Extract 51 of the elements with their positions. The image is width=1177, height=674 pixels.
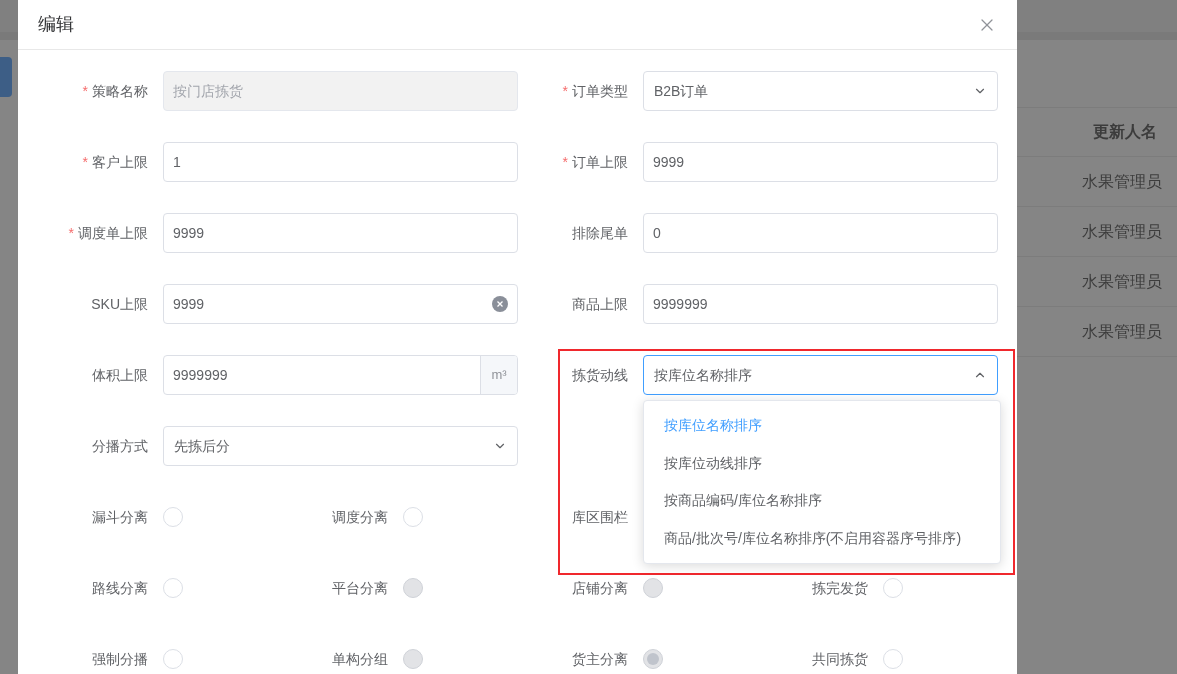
dialog-title: 编辑 [38,13,74,36]
radio-button[interactable] [163,507,183,527]
field-label: SKU上限 [91,294,148,314]
select-field[interactable]: B2B订单 [643,71,998,111]
switch-label: 拣完发货 [812,580,868,596]
radio-button[interactable] [883,649,903,669]
radio-button[interactable] [403,507,423,527]
table-cell-text: 水果管理员 [1082,171,1162,192]
dropdown-option[interactable]: 按库位动线排序 [644,444,1000,482]
switch-label: 漏斗分离 [92,509,148,525]
clear-icon[interactable] [492,296,508,312]
text-field[interactable]: 9999999 [164,364,480,386]
unit-addon: m³ [480,356,517,394]
text-field[interactable]: 9999 [643,142,998,182]
field-label: * 策略名称 [82,81,148,101]
text-field[interactable]: 0 [643,213,998,253]
field-label: * 客户上限 [82,152,148,172]
button[interactable] [0,57,12,97]
dropdown-option[interactable]: 商品/批次号/库位名称排序(不启用容器序号排序) [644,519,1000,557]
header-bar [0,0,18,32]
select-field[interactable]: 先拣后分 [163,426,518,466]
dropdown-option[interactable]: 按商品编码/库位名称排序 [644,482,1000,520]
switch-label: 路线分离 [92,580,148,596]
text-field[interactable]: 9999 [163,213,518,253]
switch-label: 货主分离 [572,651,628,667]
field-label: 排除尾单 [572,223,628,243]
switch-label: 单构分组 [332,651,388,667]
switch-label: 强制分播 [92,651,148,667]
radio-button[interactable] [163,578,183,598]
text-field[interactable]: 1 [163,142,518,182]
field-label: 拣货动线 [572,365,628,385]
radio-button[interactable] [163,649,183,669]
radio-button[interactable] [883,578,903,598]
field-label: 商品上限 [572,294,628,314]
switch-label: 共同拣货 [812,651,868,667]
switch-label: 调度分离 [332,509,388,525]
text-field[interactable]: 9999 [163,284,518,324]
select-field[interactable]: 按库位名称排序 [643,355,998,395]
switch-label: 平台分离 [332,580,388,596]
column-header: 更新人名 [1093,122,1157,142]
field-label: * 订单上限 [562,152,628,172]
text-field[interactable]: 9999999 [643,284,998,324]
field-label: * 订单类型 [562,81,628,101]
field-label: 分播方式 [92,436,148,456]
field-label: * 调度单上限 [68,223,148,243]
field-label: 体积上限 [92,365,148,385]
switch-label: 店铺分离 [572,580,628,596]
table-cell-text: 水果管理员 [1082,271,1162,292]
switch-label: 库区围栏 [572,509,628,525]
table-cell-text: 水果管理员 [1082,221,1162,242]
table-cell-text: 水果管理员 [1082,321,1162,342]
